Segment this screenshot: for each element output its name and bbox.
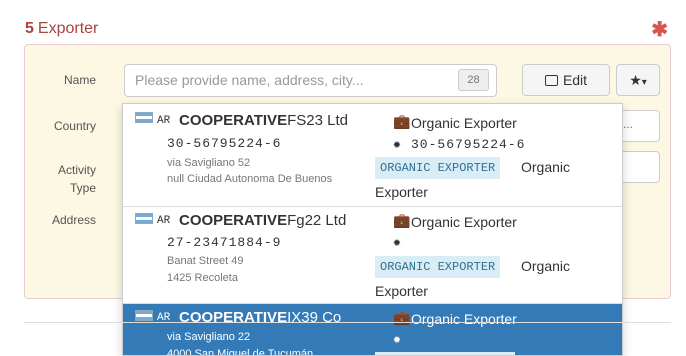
role-label: Organic Exporter <box>411 214 517 230</box>
company-name-match: COOPERATIVE <box>179 309 288 326</box>
gear-icon: ✹ <box>393 137 402 152</box>
favorites-button[interactable]: ★▾ <box>616 64 660 96</box>
gear-icon: ✹ <box>393 332 402 347</box>
address-line2: null Ciudad Autonoma De Buenos <box>167 173 333 185</box>
country-code: AR <box>157 115 171 127</box>
country-label: Country <box>53 119 96 133</box>
company-name-rest: FS23 Ltd <box>287 112 348 129</box>
role-label: Organic Exporter <box>411 311 517 327</box>
section-header: 5 Exporter <box>25 20 98 38</box>
country-code: AR <box>157 215 171 227</box>
chevron-down-icon: ▾ <box>641 77 647 88</box>
argentina-flag-icon <box>135 112 153 123</box>
suggestion-item[interactable]: AR COOPERATIVEFS23 Ltd 30-56795224-6 via… <box>123 104 622 207</box>
role-tag-text: Organic <box>521 258 571 274</box>
address-line1: via Savigliano 52 <box>167 157 251 169</box>
required-asterisk-icon: ✱ <box>651 19 668 41</box>
name-search-input[interactable]: Please provide name, address, city... <box>124 64 497 97</box>
role-tag-text-wrap: Exporter <box>375 283 428 299</box>
name-label: Name <box>63 73 96 87</box>
argentina-flag-icon <box>135 310 153 321</box>
edit-button[interactable]: Edit <box>522 64 610 96</box>
company-name: COOPERATIVEFg22 Ltd <box>179 212 346 229</box>
address-line2: 1425 Recoleta <box>167 272 238 284</box>
role-tag: ORGANIC EXPORTER <box>375 157 501 179</box>
address-line1: via Savigliano 22 <box>167 331 251 343</box>
address-label: Address <box>51 213 96 227</box>
section-number: 5 <box>25 20 34 37</box>
tax-id: 30-56795224-6 <box>167 136 282 151</box>
section-divider <box>24 322 671 323</box>
star-icon: ★ <box>629 72 642 88</box>
briefcase-icon: 💼 <box>393 310 411 326</box>
gear-icon: ✹ <box>393 235 402 250</box>
country-select-value: ... <box>623 117 634 131</box>
role-label: Organic Exporter <box>411 115 517 131</box>
address-line2: 4000 San Miguel de Tucumán <box>167 348 314 356</box>
suggestion-item[interactable]: AR COOPERATIVEFg22 Ltd 27-23471884-9 Ban… <box>123 207 622 304</box>
registration-id: 30-56795224-6 <box>411 137 526 152</box>
role-tag-text-wrap: Exporter <box>375 184 428 200</box>
company-name-rest: IX39 Co <box>287 309 342 326</box>
role-tag <box>375 352 515 355</box>
name-char-counter: 28 <box>458 69 489 91</box>
section-title: Exporter <box>37 20 99 37</box>
address-line1: Banat Street 49 <box>167 255 244 267</box>
company-name-match: COOPERATIVE <box>179 112 288 129</box>
company-name: COOPERATIVEIX39 Co <box>179 309 341 326</box>
briefcase-icon: 💼 <box>393 213 411 229</box>
role-tag-text: Organic <box>521 159 571 175</box>
company-name-match: COOPERATIVE <box>179 212 288 229</box>
exporter-suggestions-dropdown: AR COOPERATIVEFS23 Ltd 30-56795224-6 via… <box>122 103 623 356</box>
argentina-flag-icon <box>135 213 153 224</box>
edit-icon <box>544 75 558 86</box>
company-name-rest: Fg22 Ltd <box>287 212 347 229</box>
suggestion-item-selected[interactable]: AR COOPERATIVEIX39 Co via Savigliano 22 … <box>123 304 622 356</box>
edit-button-label: Edit <box>562 72 588 88</box>
activity-type-label-line1: Activity <box>57 163 96 177</box>
activity-type-label: Activity Type <box>6 163 96 195</box>
company-name: COOPERATIVEFS23 Ltd <box>179 112 348 129</box>
briefcase-icon: 💼 <box>393 114 411 130</box>
tax-id: 27-23471884-9 <box>167 235 282 250</box>
activity-type-label-line2: Type <box>69 181 96 195</box>
role-tag: ORGANIC EXPORTER <box>375 256 501 278</box>
